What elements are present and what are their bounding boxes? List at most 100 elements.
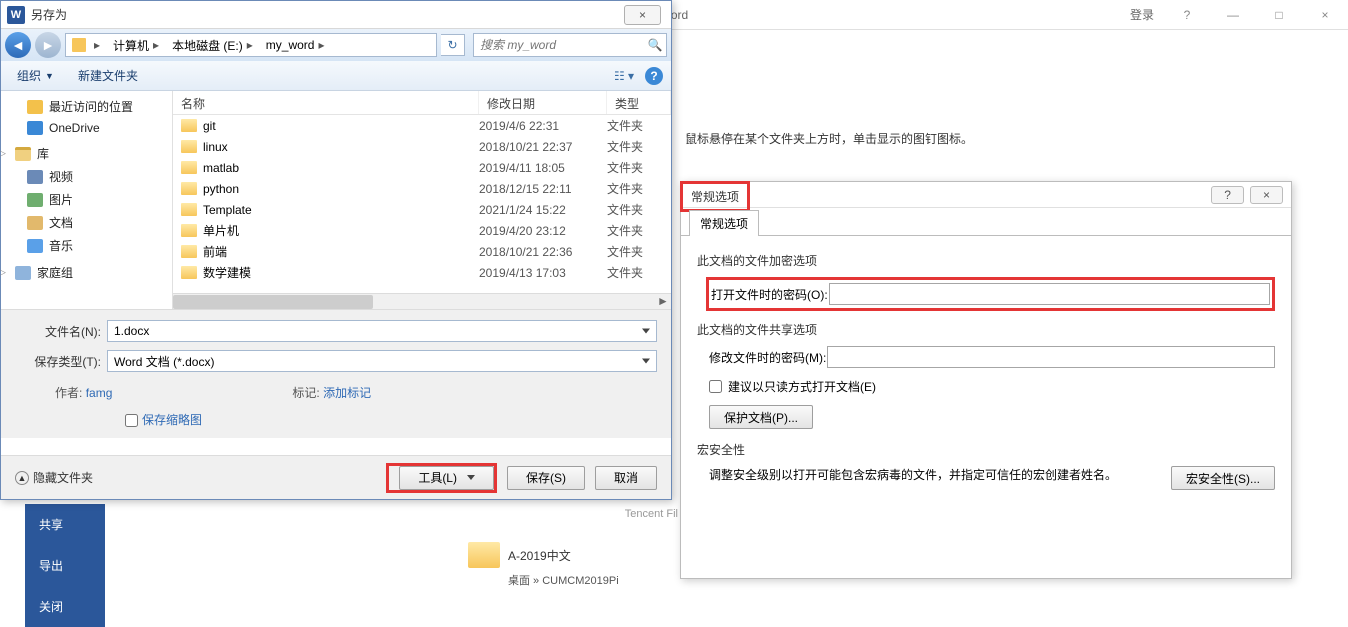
dialog-title: 常规选项 [691, 190, 739, 204]
homegroup-icon [15, 266, 31, 280]
help-icon[interactable]: ? [1174, 8, 1200, 22]
folder-sidebar: 最近访问的位置 OneDrive ▷库 视频 图片 文档 音乐 ▷家庭组 [1, 91, 173, 309]
save-button[interactable]: 保存(S) [507, 466, 585, 490]
tools-menu-button[interactable]: 工具(L) [399, 466, 494, 490]
sidebar-item-close[interactable]: 关闭 [25, 586, 105, 627]
video-icon [27, 170, 43, 184]
open-password-label: 打开文件时的密码(O): [711, 286, 829, 303]
sidebar-item-libraries[interactable]: ▷库 [1, 142, 172, 165]
file-row[interactable]: Template2021/1/24 15:22文件夹 [173, 199, 671, 220]
nav-bar: ◄ ► ▸ 计算机▸ 本地磁盘 (E:)▸ my_word▸ ↻ 🔍 [1, 29, 671, 61]
modify-password-input[interactable] [827, 346, 1275, 368]
login-link[interactable]: 登录 [1130, 6, 1154, 23]
help-icon[interactable]: ? [645, 67, 663, 85]
tab-general[interactable]: 常规选项 [689, 210, 759, 236]
search-box[interactable]: 🔍 [473, 33, 667, 57]
file-row[interactable]: python2018/12/15 22:11文件夹 [173, 178, 671, 199]
view-options-button[interactable]: ☷ ▾ [611, 65, 637, 87]
search-icon[interactable]: 🔍 [644, 38, 666, 52]
folder-icon [181, 182, 197, 195]
modify-password-label: 修改文件时的密码(M): [709, 349, 827, 366]
col-date[interactable]: 修改日期 [479, 91, 607, 114]
sidebar-item-onedrive[interactable]: OneDrive [1, 118, 172, 138]
breadcrumb-segment: 计算机▸ [107, 34, 166, 56]
author-label: 作者: [55, 386, 82, 400]
organize-menu[interactable]: 组织▼ [9, 64, 62, 87]
folder-icon [181, 140, 197, 153]
col-name[interactable]: 名称 [173, 91, 479, 114]
folder-icon [181, 119, 197, 132]
sidebar-item-music[interactable]: 音乐 [1, 234, 172, 257]
file-row[interactable]: git2019/4/6 22:31文件夹 [173, 115, 671, 136]
readonly-checkbox[interactable]: 建议以只读方式打开文档(E) [709, 378, 1275, 395]
file-list: 名称 修改日期 类型 git2019/4/6 22:31文件夹linux2018… [173, 91, 671, 309]
file-row[interactable]: matlab2019/4/11 18:05文件夹 [173, 157, 671, 178]
refresh-button[interactable]: ↻ [441, 34, 465, 56]
thumbnail-checkbox[interactable]: 保存缩略图 [125, 413, 202, 427]
savetype-select[interactable]: Word 文档 (*.docx) [107, 350, 657, 372]
cancel-button[interactable]: 取消 [595, 466, 657, 490]
save-as-dialog: W 另存为 × ◄ ► ▸ 计算机▸ 本地磁盘 (E:)▸ my_word▸ ↻… [0, 0, 672, 500]
file-row[interactable]: linux2018/10/21 22:37文件夹 [173, 136, 671, 157]
library-icon [15, 147, 31, 161]
breadcrumb[interactable]: ▸ 计算机▸ 本地磁盘 (E:)▸ my_word▸ [65, 33, 437, 57]
sidebar-item-recent[interactable]: 最近访问的位置 [1, 95, 172, 118]
folder-icon [181, 203, 197, 216]
dialog-titlebar: W 另存为 × [1, 1, 671, 29]
column-headers[interactable]: 名称 修改日期 类型 [173, 91, 671, 115]
maximize-icon[interactable]: □ [1266, 8, 1292, 22]
macro-note: 调整安全级别以打开可能包含宏病毒的文件，并指定可信任的宏创建者姓名。 [709, 466, 1159, 483]
nav-forward-button[interactable]: ► [35, 32, 61, 58]
encryption-section-label: 此文档的文件加密选项 [697, 252, 1275, 269]
hide-folders-toggle[interactable]: ▲隐藏文件夹 [15, 469, 93, 486]
close-icon[interactable]: × [1312, 8, 1338, 22]
folder-icon [181, 245, 197, 258]
protect-document-button[interactable]: 保护文档(P)... [709, 405, 813, 429]
file-row[interactable]: 单片机2019/4/20 23:12文件夹 [173, 220, 671, 241]
filename-input[interactable]: 1.docx [107, 320, 657, 342]
new-folder-button[interactable]: 新建文件夹 [70, 64, 146, 87]
file-row[interactable]: 前端2018/10/21 22:36文件夹 [173, 241, 671, 262]
sidebar-item-export[interactable]: 导出 [25, 545, 105, 586]
open-password-input[interactable] [829, 283, 1270, 305]
sidebar-item-share[interactable]: 共享 [25, 504, 105, 545]
save-fields-panel: 文件名(N): 1.docx 保存类型(T): Word 文档 (*.docx)… [1, 309, 671, 438]
general-options-dialog: 常规选项 ? × 常规选项 此文档的文件加密选项 打开文件时的密码(O): 此文… [680, 181, 1292, 579]
bg-file-fragment: Tencent Fil A-2019中文 桌面 » CUMCM2019Pi [468, 504, 678, 592]
breadcrumb-segment: 本地磁盘 (E:)▸ [166, 34, 260, 56]
scroll-right-button[interactable]: ► [655, 294, 671, 309]
scroll-thumb[interactable] [173, 295, 373, 309]
word-icon: W [7, 6, 25, 24]
nav-back-button[interactable]: ◄ [5, 32, 31, 58]
file-row[interactable]: 数学建模2019/4/13 17:03文件夹 [173, 262, 671, 283]
folder-icon [181, 161, 197, 174]
sidebar-item-homegroup[interactable]: ▷家庭组 [1, 261, 172, 284]
word-backstage-sidebar: 共享 导出 关闭 [25, 504, 105, 627]
pictures-icon [27, 193, 43, 207]
dialog-close-button[interactable]: × [624, 5, 661, 25]
search-input[interactable] [474, 38, 644, 52]
macro-section-label: 宏安全性 [697, 441, 1275, 458]
author-value[interactable]: famg [86, 386, 113, 400]
macro-security-button[interactable]: 宏安全性(S)... [1171, 466, 1275, 490]
onedrive-icon [27, 121, 43, 135]
recent-icon [27, 100, 43, 114]
folder-icon [468, 542, 500, 568]
filename-label: 文件名(N): [15, 323, 107, 340]
bg-folder-name[interactable]: A-2019中文 [508, 547, 571, 564]
sidebar-item-documents[interactable]: 文档 [1, 211, 172, 234]
help-button[interactable]: ? [1211, 186, 1244, 204]
sidebar-item-videos[interactable]: 视频 [1, 165, 172, 188]
savetype-label: 保存类型(T): [15, 353, 107, 370]
dialog-title: 另存为 [31, 6, 67, 23]
folder-icon [181, 224, 197, 237]
documents-icon [27, 216, 43, 230]
close-button[interactable]: × [1250, 186, 1283, 204]
music-icon [27, 239, 43, 253]
horizontal-scrollbar[interactable]: ◄ ► [173, 293, 671, 309]
minimize-icon[interactable]: — [1220, 8, 1246, 22]
sidebar-item-pictures[interactable]: 图片 [1, 188, 172, 211]
col-type[interactable]: 类型 [607, 91, 671, 114]
dialog-footer: ▲隐藏文件夹 工具(L) 保存(S) 取消 [1, 455, 671, 499]
tags-value[interactable]: 添加标记 [323, 386, 371, 400]
